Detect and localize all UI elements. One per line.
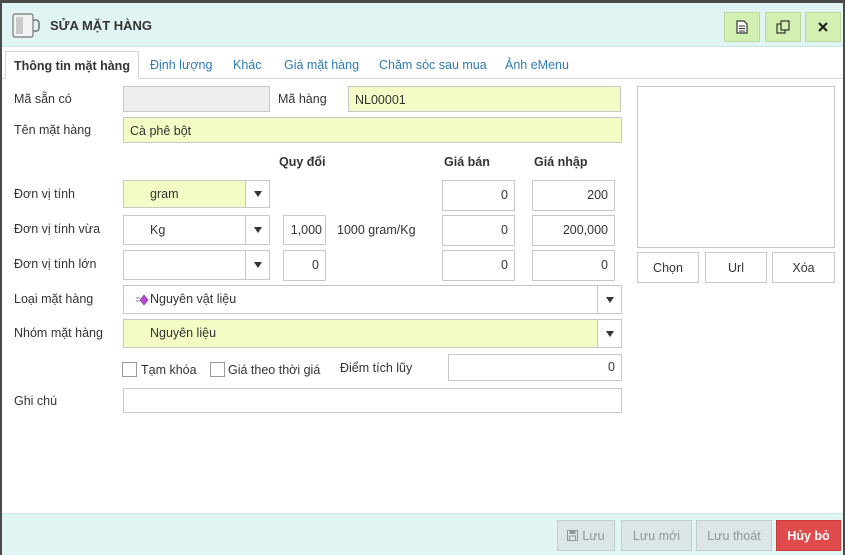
diem-tich-luy-label: Điểm tích lũy — [340, 361, 413, 375]
chevron-down-icon — [245, 181, 269, 207]
loai-mat-hang-value: Nguyên vật liệu — [150, 292, 237, 306]
save-button[interactable]: Lưu — [557, 520, 615, 551]
tab-thong-tin[interactable]: Thông tin mặt hàng — [5, 51, 139, 79]
gia-nhap-field-2[interactable]: 200,000 — [532, 215, 615, 246]
copy-button[interactable] — [765, 12, 801, 42]
quy-doi-text: 1000 gram/Kg — [337, 223, 416, 237]
tab-gia-mat-hang[interactable]: Giá mặt hàng — [284, 51, 359, 79]
gia-ban-field-1[interactable]: 0 — [442, 180, 515, 211]
ghi-chu-field[interactable] — [123, 388, 622, 413]
quy-doi-header: Quy đổi — [279, 155, 326, 169]
footer-bar: Lưu Lưu mới Lưu thoát Hủy bỏ — [2, 513, 843, 555]
tam-khoa-checkbox[interactable] — [122, 362, 137, 377]
gia-theo-thoi-gia-checkbox[interactable] — [210, 362, 225, 377]
gia-ban-field-3[interactable]: 0 — [442, 250, 515, 281]
tab-dinh-luong[interactable]: Định lượng — [150, 51, 212, 79]
chevron-down-icon — [597, 286, 621, 313]
copy-icon — [776, 20, 790, 34]
ma-hang-label: Mã hàng — [278, 92, 327, 106]
cancel-button[interactable]: Hủy bỏ — [776, 520, 841, 551]
don-vi-tinh-lon-select[interactable] — [123, 250, 270, 280]
close-button[interactable] — [805, 12, 841, 42]
save-button-label: Lưu — [582, 528, 605, 543]
don-vi-tinh-vua-select[interactable]: Kg — [123, 215, 270, 245]
don-vi-tinh-lon-label: Đơn vị tính lớn — [14, 257, 97, 271]
don-vi-tinh-vua-label: Đơn vị tính vừa — [14, 222, 101, 236]
chevron-down-icon — [245, 216, 269, 244]
chon-image-button[interactable]: Chọn — [637, 252, 699, 283]
nhom-mat-hang-select[interactable]: Nguyên liệu — [123, 319, 622, 348]
ma-san-co-field[interactable] — [123, 86, 270, 112]
document-button[interactable] — [724, 12, 760, 42]
xoa-image-button[interactable]: Xóa — [772, 252, 835, 283]
don-vi-tinh-lon-value — [124, 251, 245, 279]
don-vi-tinh-select[interactable]: gram — [123, 180, 270, 208]
diem-tich-luy-field[interactable]: 0 — [448, 354, 622, 381]
loai-mat-hang-select[interactable]: Nguyên vật liệu — [123, 285, 622, 314]
quy-doi-field-vua[interactable]: 1,000 — [283, 215, 326, 245]
chevron-down-icon — [245, 251, 269, 279]
tab-cham-soc[interactable]: Chăm sóc sau mua — [379, 51, 487, 79]
tam-khoa-label: Tạm khóa — [141, 363, 197, 377]
dialog-title: SỬA MẶT HÀNG — [50, 18, 153, 33]
don-vi-tinh-vua-value: Kg — [150, 223, 166, 237]
gia-nhap-header: Giá nhập — [534, 155, 588, 169]
ghi-chu-label: Ghi chú — [14, 394, 58, 408]
document-icon — [736, 20, 748, 34]
loai-mat-hang-label: Loại mặt hàng — [14, 292, 94, 306]
save-exit-button[interactable]: Lưu thoát — [696, 520, 772, 551]
gia-theo-thoi-gia-label: Giá theo thời giá — [228, 363, 321, 377]
save-icon — [567, 530, 579, 541]
save-new-button[interactable]: Lưu mới — [621, 520, 692, 551]
gia-ban-field-2[interactable]: 0 — [442, 215, 515, 246]
ma-san-co-label: Mã sẵn có — [14, 92, 72, 106]
nhom-mat-hang-label: Nhóm mặt hàng — [14, 326, 103, 340]
item-image-box — [637, 86, 835, 248]
edit-item-dialog: SỬA MẶT HÀNG Thông tin mặt hàng Định lượ… — [0, 0, 845, 555]
don-vi-tinh-label: Đơn vị tính — [14, 187, 75, 201]
chevron-down-icon — [597, 320, 621, 347]
url-image-button[interactable]: Url — [705, 252, 767, 283]
app-logo-icon — [12, 13, 40, 38]
quy-doi-field-lon[interactable]: 0 — [283, 250, 326, 281]
don-vi-tinh-value: gram — [124, 181, 245, 207]
ma-hang-field[interactable]: NL00001 — [348, 86, 621, 112]
tab-khac[interactable]: Khác — [233, 51, 262, 79]
gia-ban-header: Giá bán — [444, 155, 490, 169]
tab-bar: Thông tin mặt hàng Định lượng Khác Giá m… — [2, 48, 843, 79]
nhom-mat-hang-value: Nguyên liệu — [124, 320, 597, 347]
title-bar: SỬA MẶT HÀNG — [2, 3, 843, 47]
gia-nhap-field-1[interactable]: 200 — [532, 180, 615, 211]
tab-anh-emenu[interactable]: Ảnh eMenu — [505, 51, 569, 79]
close-icon — [818, 22, 828, 32]
ten-mat-hang-field[interactable]: Cà phê bột — [123, 117, 622, 143]
ten-mat-hang-label: Tên mặt hàng — [14, 123, 92, 137]
gia-nhap-field-3[interactable]: 0 — [532, 250, 615, 281]
